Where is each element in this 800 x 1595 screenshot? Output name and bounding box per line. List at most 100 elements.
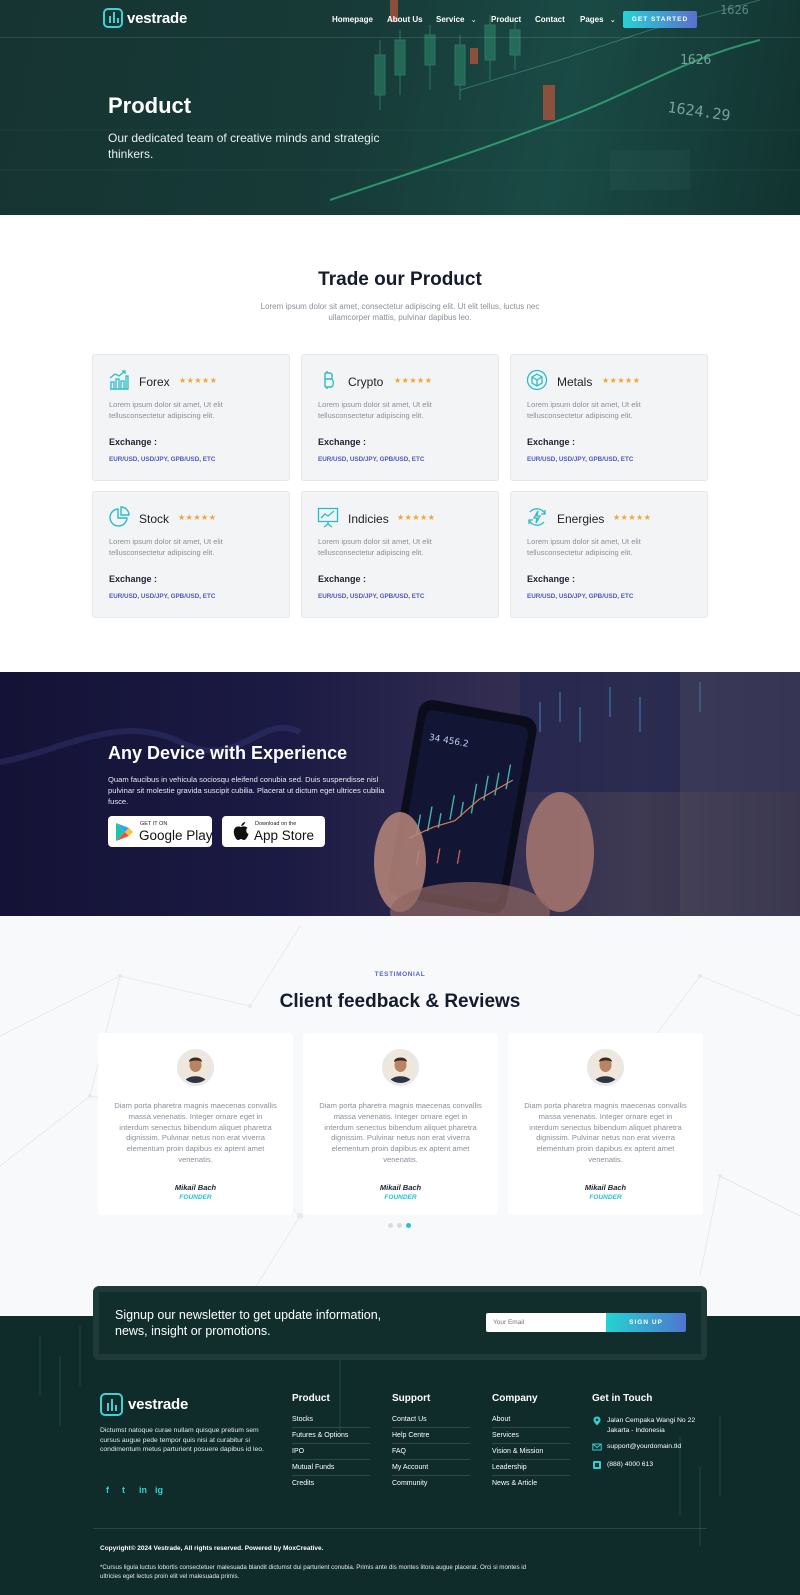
footer-brand-name: vestrade bbox=[128, 1396, 189, 1413]
exchange-values: EUR/USD, USD/JPY, GPB/USD, ETC bbox=[527, 593, 634, 600]
exchange-values: EUR/USD, USD/JPY, GPB/USD, ETC bbox=[318, 593, 425, 600]
rating-stars: ★★★★★ bbox=[179, 376, 218, 385]
phone-text: (888) 4000 613 bbox=[607, 1461, 654, 1468]
top-navbar: vestrade Homepage About Us Service ⌄ Pro… bbox=[0, 0, 800, 38]
carousel-dot[interactable] bbox=[388, 1223, 393, 1228]
product-description: Lorem ipsum dolor sit amet, Ut elit tell… bbox=[318, 400, 432, 420]
google-play-label: Google Play bbox=[139, 828, 213, 843]
get-started-button[interactable]: GET STARTED bbox=[623, 11, 697, 28]
brand-logo[interactable]: vestrade bbox=[103, 8, 187, 28]
device-title: Any Device with Experience bbox=[108, 743, 348, 763]
app-store-button[interactable]: Download on the App Store bbox=[222, 816, 325, 847]
testimonial-quote: Diam porta pharetra magnis maecenas conv… bbox=[319, 1101, 482, 1164]
footer-about: Dictumst natoque curae nullam quisque pr… bbox=[100, 1427, 264, 1453]
nav-service[interactable]: Service ⌄ bbox=[436, 15, 477, 24]
product-description: Lorem ipsum dolor sit amet, Ut elit tell… bbox=[527, 400, 641, 420]
nav-pages-label: Pages bbox=[580, 15, 604, 24]
fine-print: *Cursus ligula luctus lobortis consectet… bbox=[100, 1564, 527, 1580]
products-description: Lorem ipsum dolor sit amet, consectetur … bbox=[260, 302, 540, 322]
footer-link[interactable]: Services bbox=[492, 1432, 570, 1444]
product-card-stock[interactable]: Stock ★★★★★ Lorem ipsum dolor sit amet, Ut… bbox=[92, 491, 290, 618]
page-title: Product bbox=[108, 93, 192, 118]
bitcoin-icon bbox=[317, 369, 339, 391]
testimonial-card: Diam porta pharetra magnis maecenas conv… bbox=[303, 1033, 498, 1215]
footer-link[interactable]: Leadership bbox=[492, 1464, 570, 1476]
testimonial-card: Diam porta pharetra magnis maecenas conv… bbox=[508, 1033, 703, 1215]
phone-icon bbox=[593, 1461, 601, 1469]
product-name: Energies bbox=[557, 512, 605, 526]
testimonial-name: Mikail Bach bbox=[379, 1183, 422, 1192]
products-title: Trade our Product bbox=[318, 269, 482, 290]
testimonial-name: Mikail Bach bbox=[584, 1183, 627, 1192]
product-card-metals[interactable]: Metals ★★★★★ Lorem ipsum dolor sit amet, U… bbox=[510, 354, 708, 481]
exchange-label: Exchange : bbox=[109, 437, 158, 447]
hero-ticker-2: 1624.29 bbox=[666, 98, 731, 125]
footer-col-title-support: Support bbox=[392, 1393, 431, 1404]
footer-link[interactable]: Mutual Funds bbox=[292, 1464, 370, 1476]
footer-col-title-company: Company bbox=[492, 1393, 538, 1404]
footer-link[interactable]: FAQ bbox=[392, 1448, 470, 1460]
product-name: Indicies bbox=[348, 512, 389, 526]
twitter-icon[interactable]: t bbox=[122, 1485, 125, 1495]
nav-about-us[interactable]: About Us bbox=[387, 15, 423, 24]
testimonial-role: FOUNDER bbox=[384, 1194, 417, 1201]
footer-link[interactable]: Community bbox=[392, 1480, 470, 1491]
footer-logo[interactable]: vestrade bbox=[100, 1393, 188, 1416]
product-card-indicies[interactable]: Indicies ★★★★★ Lorem ipsum dolor sit amet,… bbox=[301, 491, 499, 618]
footer-link[interactable]: News & Article bbox=[492, 1480, 570, 1491]
instagram-icon[interactable]: ig bbox=[155, 1485, 163, 1495]
footer-link[interactable]: Credits bbox=[292, 1480, 370, 1491]
nav-product[interactable]: Product bbox=[491, 15, 521, 24]
logo-icon bbox=[100, 1393, 123, 1416]
footer-col-title-product: Product bbox=[292, 1393, 330, 1404]
footer-link[interactable]: Stocks bbox=[292, 1416, 370, 1428]
nav-pages[interactable]: Pages ⌄ bbox=[580, 15, 616, 24]
nav-contact[interactable]: Contact bbox=[535, 15, 565, 24]
avatar bbox=[587, 1049, 624, 1086]
footer-link[interactable]: My Account bbox=[392, 1464, 470, 1476]
exchange-values: EUR/USD, USD/JPY, GPB/USD, ETC bbox=[527, 456, 634, 463]
email-text: support@yourdomain.tld bbox=[607, 1443, 682, 1450]
newsletter-email-input[interactable] bbox=[486, 1313, 606, 1332]
footer-link[interactable]: Contact Us bbox=[392, 1416, 470, 1428]
product-name: Crypto bbox=[348, 375, 384, 389]
chart-bars-icon bbox=[108, 369, 130, 391]
product-card-energies[interactable]: Energies ★★★★★ Lorem ipsum dolor sit amet,… bbox=[510, 491, 708, 618]
brand-name: vestrade bbox=[127, 9, 188, 27]
avatar bbox=[177, 1049, 214, 1086]
rating-stars: ★★★★★ bbox=[394, 376, 433, 385]
hero-subtitle: Our dedicated team of creative minds and… bbox=[108, 131, 380, 161]
exchange-label: Exchange : bbox=[318, 574, 367, 584]
rating-stars: ★★★★★ bbox=[602, 376, 641, 385]
product-name: Forex bbox=[139, 375, 170, 389]
linkedin-icon[interactable]: in bbox=[139, 1485, 147, 1495]
product-description: Lorem ipsum dolor sit amet, Ut elit tell… bbox=[318, 537, 432, 557]
location-pin-icon bbox=[593, 1416, 601, 1426]
pie-chart-icon bbox=[108, 506, 130, 528]
product-card-crypto[interactable]: Crypto ★★★★★ Lorem ipsum dolor sit amet, U… bbox=[301, 354, 499, 481]
footer-link[interactable]: About bbox=[492, 1416, 570, 1428]
product-description: Lorem ipsum dolor sit amet, Ut elit tell… bbox=[109, 537, 223, 557]
address-line-2: Jakarta - Indonesia bbox=[607, 1426, 665, 1434]
rating-stars: ★★★★★ bbox=[178, 513, 217, 522]
footer-link[interactable]: IPO bbox=[292, 1448, 370, 1460]
avatar bbox=[382, 1049, 419, 1086]
testimonial-name: Mikail Bach bbox=[174, 1183, 217, 1192]
exchange-values: EUR/USD, USD/JPY, GPB/USD, ETC bbox=[318, 456, 425, 463]
sign-up-button[interactable]: SIGN UP bbox=[606, 1313, 686, 1332]
footer-link[interactable]: Help Centre bbox=[392, 1432, 470, 1444]
footer-link[interactable]: Futures & Options bbox=[292, 1432, 370, 1444]
footer-link[interactable]: Vision & Mission bbox=[492, 1448, 570, 1460]
exchange-label: Exchange : bbox=[527, 437, 576, 447]
facebook-icon[interactable]: f bbox=[106, 1485, 109, 1495]
carousel-dot[interactable] bbox=[397, 1223, 402, 1228]
exchange-label: Exchange : bbox=[318, 437, 367, 447]
exchange-values: EUR/USD, USD/JPY, GPB/USD, ETC bbox=[109, 456, 216, 463]
product-name: Metals bbox=[557, 375, 593, 389]
carousel-dot-active[interactable] bbox=[406, 1223, 411, 1228]
mail-icon bbox=[592, 1443, 602, 1451]
newsletter-box: Signup our newsletter to get update info… bbox=[93, 1286, 707, 1360]
google-play-button[interactable]: GET IT ON Google Play bbox=[108, 816, 213, 847]
nav-homepage[interactable]: Homepage bbox=[332, 15, 373, 24]
product-card-forex[interactable]: Forex ★★★★★ Lorem ipsum dolor sit amet, Ut… bbox=[92, 354, 290, 481]
